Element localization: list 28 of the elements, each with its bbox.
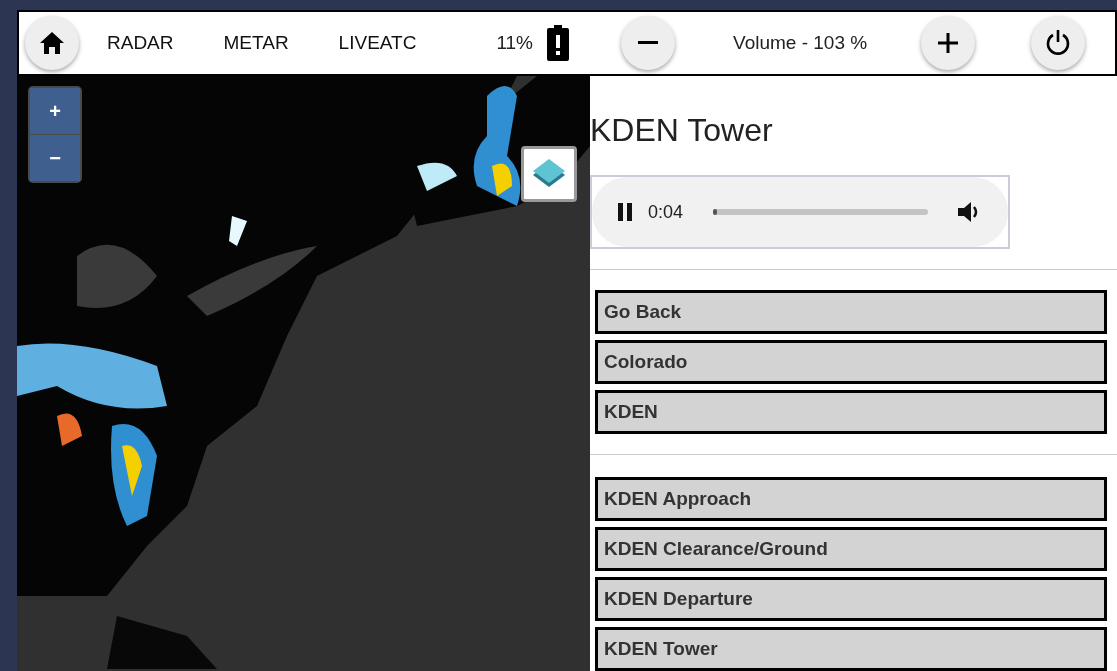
layers-button[interactable] — [521, 146, 577, 202]
power-icon — [1045, 29, 1072, 57]
volume-down-button[interactable] — [621, 16, 675, 70]
progress-slider[interactable] — [713, 209, 928, 215]
power-button[interactable] — [1031, 16, 1086, 70]
battery-percentage: 11% — [496, 32, 533, 54]
nav-button[interactable]: KDEN — [595, 390, 1107, 434]
volume-label: Volume - 103 % — [733, 32, 868, 54]
feed-button[interactable]: KDEN Tower — [595, 627, 1107, 671]
nav-link[interactable]: METAR — [223, 32, 289, 54]
feed-button[interactable]: KDEN Approach — [595, 477, 1107, 521]
nav-button[interactable]: Colorado — [595, 340, 1107, 384]
pause-icon[interactable] — [618, 203, 632, 221]
plus-icon — [938, 33, 959, 53]
nav-link[interactable]: LIVEATC — [338, 32, 417, 54]
zoom-out-button[interactable]: − — [30, 135, 80, 181]
nav-button[interactable]: Go Back — [595, 290, 1107, 334]
feed-button[interactable]: KDEN Clearance/Ground — [595, 527, 1107, 571]
battery-alert-icon — [547, 25, 569, 61]
playback-time: 0:04 — [648, 201, 684, 223]
zoom-in-button[interactable]: + — [30, 88, 80, 134]
home-button[interactable] — [25, 16, 79, 70]
nav-link[interactable]: RADAR — [107, 32, 174, 54]
volume-up-button[interactable] — [921, 16, 976, 70]
home-icon — [39, 31, 65, 55]
feed-title: KDEN Tower — [590, 112, 774, 149]
minus-icon — [638, 41, 658, 45]
feed-button[interactable]: KDEN Departure — [595, 577, 1107, 621]
